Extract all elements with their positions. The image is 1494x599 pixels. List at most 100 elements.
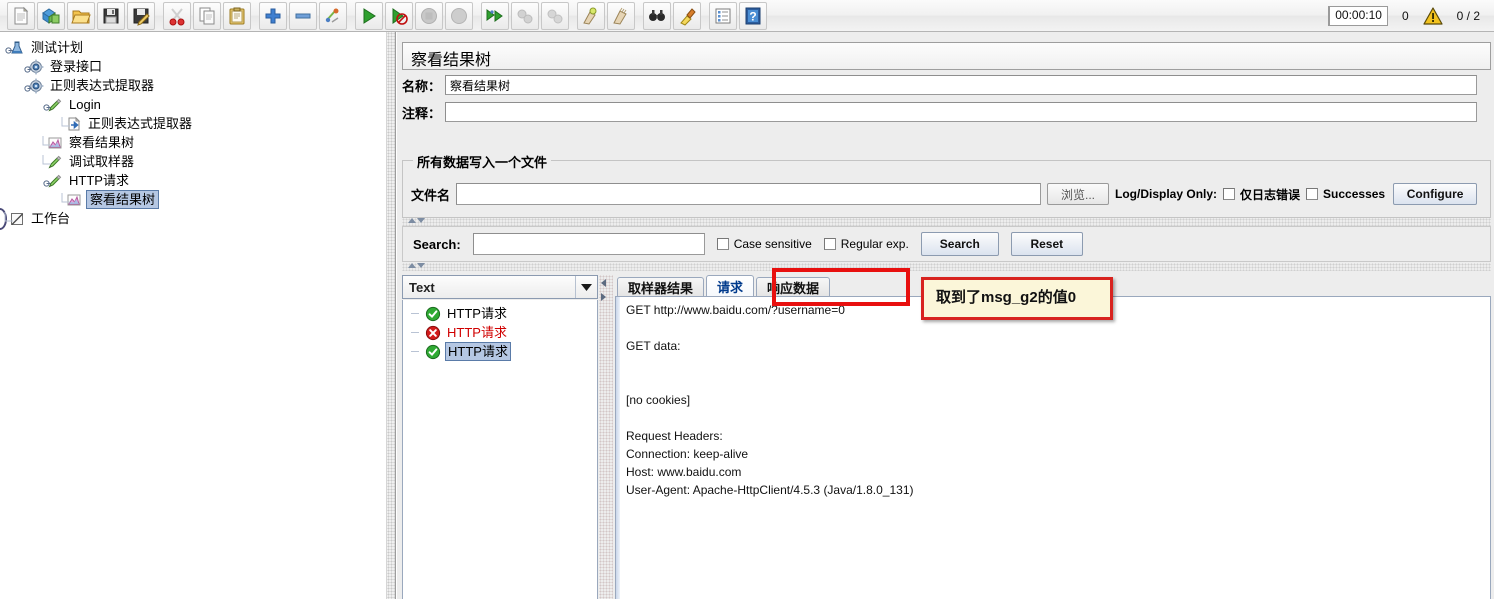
tree-expand-handle[interactable] [23, 81, 32, 92]
expand-all-icon[interactable] [259, 1, 287, 30]
splitter-down-arrow-2[interactable] [417, 263, 425, 268]
error-count: 0 [1401, 8, 1409, 23]
errors-only-checkbox[interactable]: 仅日志错误 [1223, 186, 1300, 203]
tree-node[interactable]: 调试取样器 [0, 152, 386, 171]
configure-button[interactable]: Configure [1393, 183, 1478, 205]
case-sensitive-checkbox[interactable]: Case sensitive [716, 237, 812, 251]
search-icon[interactable] [643, 1, 671, 30]
remote-stop-all-icon[interactable] [511, 1, 539, 30]
test-plan-tree-pane[interactable]: 测试计划 登录接口 正则表达式提取器 Login 正则表达式提取器 察看结果树 调试取样器 H… [0, 32, 386, 599]
result-list-item[interactable]: HTTP请求 [403, 342, 597, 361]
tree-node-label: 测试计划 [31, 40, 84, 55]
reset-button[interactable]: Reset [1010, 232, 1083, 256]
tree-leaf-connector [42, 136, 51, 146]
toolbar-group-edit [162, 1, 252, 31]
templates-icon[interactable] [37, 1, 65, 30]
splitter-up-arrow[interactable] [408, 218, 416, 223]
remote-start-all-icon[interactable] [481, 1, 509, 30]
tree-expand-handle[interactable] [42, 100, 51, 111]
tree-node[interactable]: 工作台 [0, 209, 386, 228]
request-line: GET data: [626, 339, 681, 353]
filename-input[interactable] [456, 183, 1042, 205]
tree-expand-handle[interactable] [4, 43, 13, 54]
collapse-all-icon[interactable] [289, 1, 317, 30]
toolbar-group-tree [258, 1, 348, 31]
results-splitter-one-touch[interactable] [601, 279, 606, 301]
renderer-combo-value: Text [409, 279, 435, 295]
start-icon[interactable] [355, 1, 383, 30]
open-icon[interactable] [67, 1, 95, 30]
tree-node[interactable]: 正则表达式提取器 [0, 114, 386, 133]
search-input[interactable] [472, 233, 705, 255]
new-icon[interactable] [7, 1, 35, 30]
cut-icon[interactable] [163, 1, 191, 30]
function-helper-icon[interactable] [709, 1, 737, 30]
tab-1[interactable]: 请求 [706, 275, 755, 297]
tree-node[interactable]: 正则表达式提取器 [0, 76, 386, 95]
tree-node[interactable]: 察看结果树 [0, 190, 386, 209]
status-success-icon [425, 344, 441, 360]
remote-shutdown-all-icon[interactable] [541, 1, 569, 30]
upper-horizontal-splitter[interactable] [402, 218, 1491, 226]
save-as-icon[interactable] [127, 1, 155, 30]
toggle-icon[interactable] [319, 1, 347, 30]
clear-all-icon[interactable] [607, 1, 635, 30]
regular-exp-checkbox-box[interactable] [823, 238, 836, 250]
tree-node-label: 工作台 [31, 211, 71, 226]
request-tab-content[interactable]: GET http://www.baidu.com/?username=0 GET … [615, 296, 1491, 599]
browse-button[interactable]: 浏览... [1047, 183, 1110, 205]
lower-horizontal-splitter[interactable] [402, 263, 1491, 271]
tree-node[interactable]: 登录接口 [0, 57, 386, 76]
errors-only-checkbox-box[interactable] [1223, 188, 1236, 200]
chevron-down-icon[interactable] [575, 276, 597, 298]
result-list-item[interactable]: HTTP请求 [403, 323, 597, 342]
test-plan-tree[interactable]: 测试计划 登录接口 正则表达式提取器 Login 正则表达式提取器 察看结果树 调试取样器 H… [0, 32, 386, 228]
toolbar-group-clear [576, 1, 636, 31]
help-icon[interactable]: ? [739, 1, 767, 30]
splitter-right-arrow[interactable] [601, 293, 606, 301]
splitter-left-arrow[interactable] [601, 279, 606, 287]
warning-triangle-icon[interactable] [1423, 6, 1443, 25]
successes-checkbox[interactable]: Successes [1306, 187, 1385, 201]
tree-node[interactable]: 察看结果树 [0, 133, 386, 152]
regular-exp-checkbox[interactable]: Regular exp. [823, 237, 909, 251]
status-success-icon [425, 306, 441, 322]
paste-icon[interactable] [223, 1, 251, 30]
tree-node-label: 登录接口 [50, 59, 103, 74]
tree-expand-handle[interactable] [42, 176, 51, 187]
successes-checkbox-box[interactable] [1306, 188, 1319, 200]
comment-input[interactable] [445, 102, 1478, 122]
splitter-up-arrow-2[interactable] [408, 263, 416, 268]
tree-node[interactable]: Login [0, 95, 386, 114]
comment-label: 注释： [402, 105, 442, 121]
save-icon[interactable] [97, 1, 125, 30]
splitter-one-touch-upper[interactable] [408, 218, 425, 223]
tree-expand-handle[interactable] [23, 62, 32, 73]
stop-icon[interactable] [415, 1, 443, 30]
results-tree[interactable]: HTTP请求 HTTP请求 HTTP请求 [402, 300, 598, 599]
name-input[interactable] [445, 75, 1478, 95]
tab-0[interactable]: 取样器结果 [617, 277, 705, 297]
request-blank-line [621, 319, 1490, 337]
result-list-item[interactable]: HTTP请求 [403, 304, 597, 323]
splitter-one-touch-lower[interactable] [408, 263, 425, 268]
start-no-timers-icon[interactable] [385, 1, 413, 30]
search-reset-icon[interactable] [673, 1, 701, 30]
results-vertical-splitter[interactable] [599, 275, 613, 599]
tree-node[interactable]: 测试计划 [0, 38, 386, 57]
tree-node[interactable]: HTTP请求 [0, 171, 386, 190]
name-row: 名称： [402, 75, 1491, 95]
splitter-down-arrow[interactable] [417, 218, 425, 223]
clear-icon[interactable] [577, 1, 605, 30]
name-label: 名称： [402, 78, 442, 94]
errors-only-label: 仅日志错误 [1240, 187, 1301, 202]
renderer-combo[interactable]: Text [402, 275, 598, 299]
toolbar-group-help: ? [708, 1, 768, 31]
shutdown-icon[interactable] [445, 1, 473, 30]
main-vertical-splitter[interactable] [386, 32, 396, 599]
tab-2[interactable]: 响应数据 [756, 277, 831, 297]
case-sensitive-checkbox-box[interactable] [716, 238, 729, 250]
search-button[interactable]: Search [920, 232, 999, 256]
copy-icon[interactable] [193, 1, 221, 30]
successes-label: Successes [1323, 187, 1386, 201]
